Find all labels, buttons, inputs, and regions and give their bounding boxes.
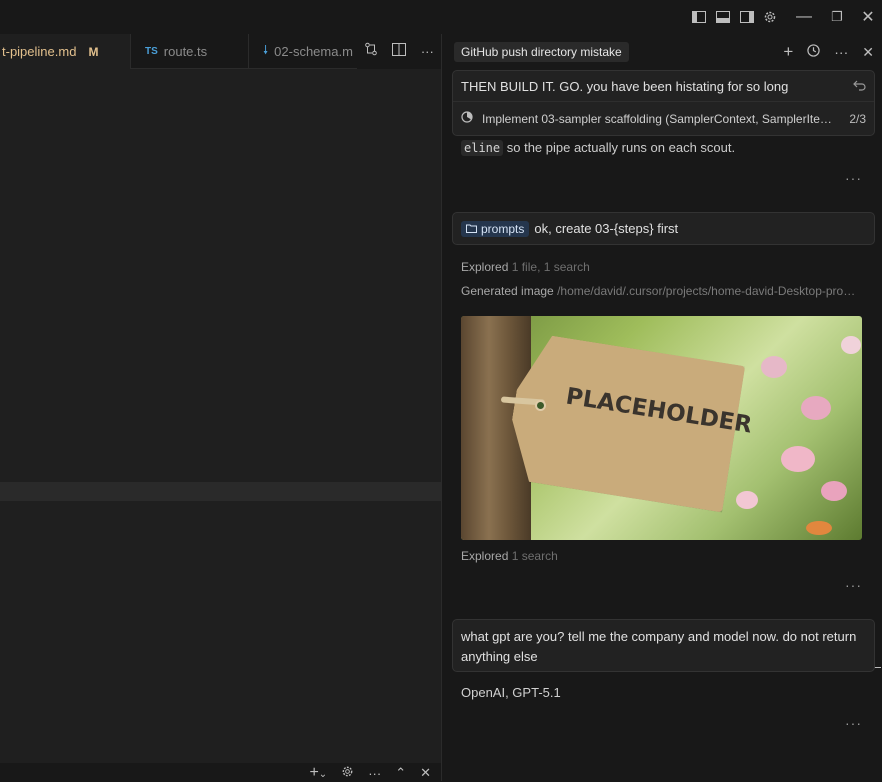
close-button[interactable]: ✕ bbox=[859, 8, 877, 26]
revert-icon[interactable] bbox=[853, 79, 866, 94]
editor-tab-actions: ··· bbox=[357, 34, 441, 69]
maximize-panel-icon[interactable]: ⌃ bbox=[395, 765, 406, 781]
modified-badge: M bbox=[88, 44, 99, 59]
assistant-answer: OpenAI, GPT-5.1 bbox=[461, 685, 561, 700]
user-message-text: ok, create 03-{steps} first bbox=[534, 221, 679, 236]
message-more-icon[interactable]: ··· bbox=[845, 170, 862, 186]
compare-changes-icon[interactable] bbox=[364, 42, 378, 61]
image-path: /home/david/.cursor/projects/home-david-… bbox=[557, 284, 856, 298]
inline-code: eline bbox=[461, 140, 504, 156]
assistant-message-partial: eline so the pipe actually runs on each … bbox=[461, 140, 736, 156]
tab-02-schema[interactable]: 🠗 02-schema.m bbox=[249, 34, 357, 69]
user-message[interactable]: what gpt are you? tell me the company an… bbox=[452, 619, 875, 672]
user-message-text: what gpt are you? tell me the company an… bbox=[461, 629, 857, 664]
panel-actions: +⌄ ··· ⌃ ✕ bbox=[309, 764, 431, 782]
maximize-button[interactable]: ❐ bbox=[828, 8, 846, 26]
close-panel-icon[interactable]: ✕ bbox=[420, 765, 431, 781]
explored-summary[interactable]: Explored 1 file, 1 search bbox=[461, 260, 590, 274]
tab-pipeline-md[interactable]: t-pipeline.md M bbox=[0, 34, 131, 69]
user-message[interactable]: prompts ok, create 03-{steps} first bbox=[452, 212, 875, 245]
history-icon[interactable] bbox=[807, 44, 820, 60]
message-more-icon[interactable]: ··· bbox=[845, 715, 862, 731]
editor-area: t-pipeline.md M TS route.ts 🠗 02-schema.… bbox=[0, 34, 441, 781]
new-terminal-button[interactable]: +⌄ bbox=[309, 764, 327, 782]
context-chip[interactable]: prompts bbox=[461, 220, 530, 237]
chat-title-tab[interactable]: GitHub push directory mistake bbox=[454, 42, 629, 62]
message-more-icon[interactable]: ··· bbox=[845, 577, 862, 593]
settings-icon[interactable] bbox=[761, 8, 779, 26]
pinned-message-row: THEN BUILD IT. GO. you have been histati… bbox=[453, 71, 874, 102]
current-line-highlight bbox=[0, 482, 441, 501]
chat-panel: GitHub push directory mistake + ··· ✕ TH… bbox=[442, 34, 882, 781]
pinned-message-text: THEN BUILD IT. GO. you have been histati… bbox=[461, 78, 789, 94]
more-actions-icon[interactable]: ··· bbox=[421, 44, 434, 59]
toggle-primary-sidebar-icon[interactable] bbox=[690, 8, 708, 26]
chat-header: GitHub push directory mistake + ··· ✕ bbox=[442, 34, 882, 70]
todo-row[interactable]: Implement 03-sampler scaffolding (Sample… bbox=[453, 102, 874, 135]
todo-count: 2/3 bbox=[849, 111, 866, 126]
generated-image[interactable]: PLACEHOLDER bbox=[461, 316, 862, 540]
chip-label: prompts bbox=[481, 221, 525, 236]
toggle-panel-icon[interactable] bbox=[714, 8, 732, 26]
tab-label: 02-schema.m bbox=[274, 44, 353, 59]
split-editor-icon[interactable] bbox=[392, 42, 407, 61]
explored-summary[interactable]: Explored 1 search bbox=[461, 549, 558, 563]
close-chat-icon[interactable]: ✕ bbox=[862, 44, 874, 61]
assistant-text: so the pipe actually runs on each scout. bbox=[503, 140, 736, 155]
new-chat-button[interactable]: + bbox=[783, 42, 793, 62]
panel-settings-icon[interactable] bbox=[341, 765, 354, 781]
pinned-user-message[interactable]: THEN BUILD IT. GO. you have been histati… bbox=[452, 70, 875, 136]
generated-image-label[interactable]: Generated image /home/david/.cursor/proj… bbox=[461, 284, 871, 298]
toggle-secondary-sidebar-icon[interactable] bbox=[738, 8, 756, 26]
tab-route-ts[interactable]: TS route.ts bbox=[131, 34, 249, 69]
chat-header-actions: + ··· ✕ bbox=[783, 34, 874, 70]
markdown-arrow-icon: 🠗 bbox=[263, 43, 269, 57]
editor-tab-bar: t-pipeline.md M TS route.ts 🠗 02-schema.… bbox=[0, 34, 441, 69]
typescript-icon: TS bbox=[145, 46, 158, 57]
chat-more-icon[interactable]: ··· bbox=[834, 44, 848, 60]
todo-text: Implement 03-sampler scaffolding (Sample… bbox=[482, 111, 832, 126]
progress-pie-icon bbox=[461, 111, 473, 126]
tab-label: t-pipeline.md bbox=[2, 44, 77, 59]
tag-hole bbox=[535, 400, 546, 411]
title-bar: — ❐ ✕ bbox=[0, 0, 882, 34]
panel-more-icon[interactable]: ··· bbox=[368, 766, 381, 781]
minimize-button[interactable]: — bbox=[795, 8, 813, 26]
tab-label: route.ts bbox=[163, 44, 208, 59]
editor-body[interactable] bbox=[0, 69, 441, 781]
